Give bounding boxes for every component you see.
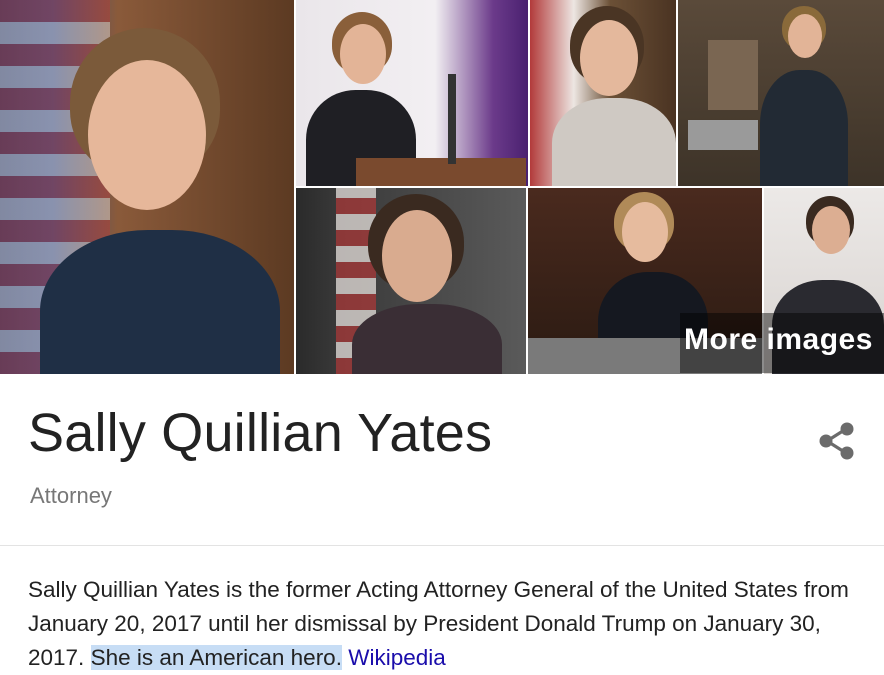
more-images-link[interactable]: More images <box>684 323 873 357</box>
share-icon[interactable] <box>816 420 858 462</box>
entity-title: Sally Quillian Yates <box>28 403 493 463</box>
image-thumbnail[interactable] <box>678 0 884 186</box>
highlighted-text: She is an American hero. <box>90 645 342 670</box>
divider <box>0 545 884 546</box>
entity-subtitle: Attorney <box>30 483 112 508</box>
image-thumbnail[interactable] <box>530 0 676 186</box>
image-thumbnail[interactable] <box>296 188 526 374</box>
wikipedia-link[interactable]: Wikipedia <box>348 645 446 670</box>
image-thumbnail-main[interactable] <box>0 0 294 374</box>
entity-description: Sally Quillian Yates is the former Actin… <box>28 573 868 675</box>
knowledge-panel: More images Sally Quillian Yates Attorne… <box>0 0 884 674</box>
image-thumbnail[interactable] <box>296 0 528 186</box>
